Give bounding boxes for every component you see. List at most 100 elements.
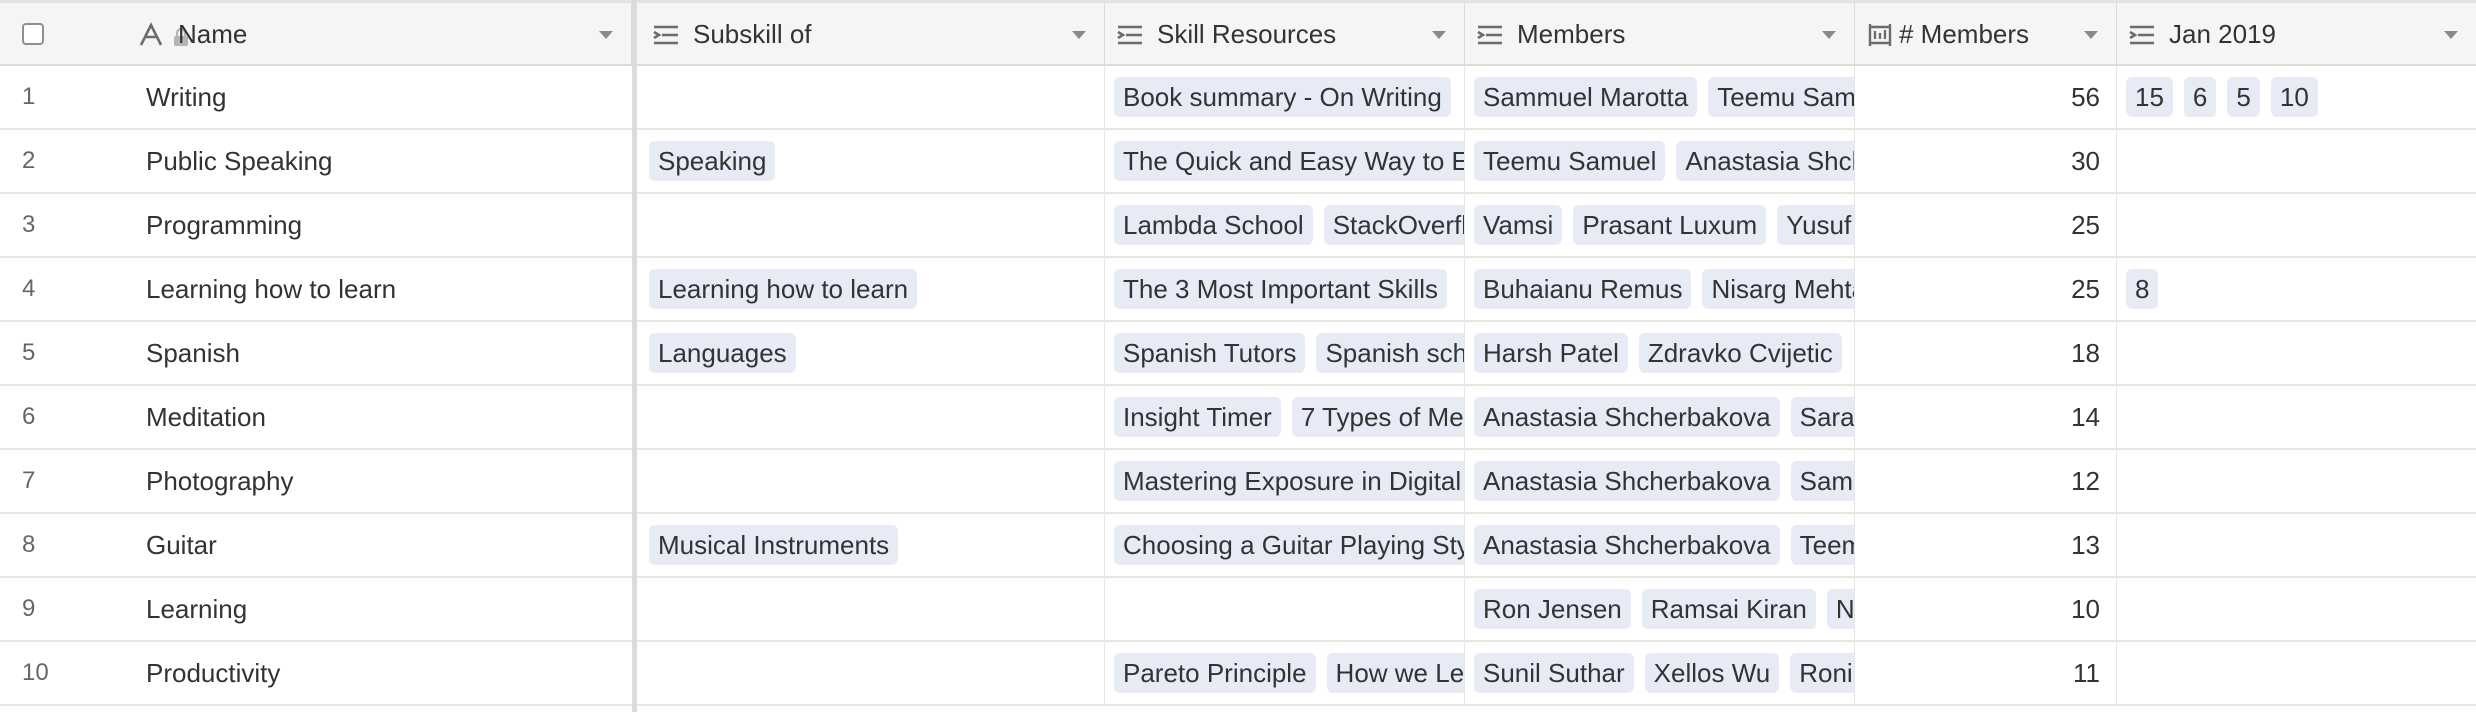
table-row[interactable]: 5 Spanish Languages Spanish Tutors Spanish s… — [0, 322, 2476, 386]
cell-subskill[interactable] — [637, 450, 1105, 512]
member-chip[interactable]: Anastasia Shcherbakova — [1474, 525, 1780, 565]
cell-name[interactable]: Meditation — [136, 386, 632, 448]
cell-members[interactable]: Anastasia ShcherbakovaSamuel — [1465, 450, 1855, 512]
member-chip[interactable]: Teemu Samuel — [1474, 141, 1666, 181]
cell-members[interactable]: Sunil Suthar Xellos Wu Roni — [1465, 642, 1855, 704]
chevron-down-icon[interactable] — [2084, 31, 2098, 39]
table-row[interactable]: 3 Programming Lambda SchoolStackOverflowVa… — [0, 194, 2476, 258]
member-chip[interactable]: Yusuf — [1777, 205, 1854, 245]
member-chip[interactable]: Sammuel Marotta — [1474, 77, 1698, 117]
cell-members[interactable]: Sammuel MarottaTeemu Samuel — [1465, 66, 1855, 128]
member-chip[interactable]: Teemu Samuel — [1708, 77, 1854, 117]
cell-jan-2019[interactable] — [2117, 130, 2476, 192]
member-chip[interactable]: Ron Jensen — [1474, 589, 1631, 629]
header-members[interactable]: Members — [1465, 3, 1855, 66]
member-chip[interactable]: Teemu Samuel — [1790, 525, 1854, 565]
cell-member-count[interactable]: 12 — [1855, 450, 2117, 512]
cell-name[interactable]: Learning — [136, 578, 632, 640]
cell-jan-2019[interactable]: 15 6 5 10 — [2117, 66, 2476, 128]
member-chip[interactable]: Harsh Patel — [1474, 333, 1628, 373]
cell-member-count[interactable]: 11 — [1855, 642, 2117, 704]
cell-members[interactable]: Teemu SamuelAnastasia Shcherbakova — [1465, 130, 1855, 192]
table-row[interactable]: 1 Writing Book summary - On Writing Sammuel… — [0, 66, 2476, 130]
cell-name[interactable]: Spanish — [136, 322, 632, 384]
jan-2019-chip[interactable]: 10 — [2270, 77, 2318, 117]
cell-name[interactable]: Productivity — [136, 642, 632, 704]
chevron-down-icon[interactable] — [599, 31, 613, 39]
cell-member-count[interactable]: 25 — [1855, 258, 2117, 320]
cell-resources[interactable]: Insight Timer7 Types of Meditation — [1105, 386, 1465, 448]
cell-subskill[interactable]: Musical Instruments — [637, 514, 1105, 576]
member-chip[interactable]: Sunil Suthar — [1474, 653, 1634, 693]
cell-member-count[interactable]: 25 — [1855, 194, 2117, 256]
resource-chip[interactable]: The Quick and Easy Way to Effective Spea… — [1114, 141, 1464, 181]
resource-chip[interactable]: StackOverflow — [1323, 205, 1464, 245]
cell-members[interactable]: Ron JensenRamsai KiranNa — [1465, 578, 1855, 640]
chevron-down-icon[interactable] — [1822, 31, 1836, 39]
table-row[interactable]: 10 Productivity Pareto PrincipleHow we Lea… — [0, 642, 2476, 706]
cell-members[interactable]: Vamsi Prasant Luxum Yusuf — [1465, 194, 1855, 256]
cell-name[interactable]: Photography — [136, 450, 632, 512]
cell-member-count[interactable]: 18 — [1855, 322, 2117, 384]
cell-name[interactable]: Programming — [136, 194, 632, 256]
member-chip[interactable]: Anastasia Shcherbakova — [1474, 461, 1780, 501]
cell-jan-2019[interactable] — [2117, 578, 2476, 640]
member-chip[interactable]: Zdravko Cvijetic — [1638, 333, 1842, 373]
subskill-chip[interactable]: Languages — [649, 333, 796, 373]
chevron-down-icon[interactable] — [2444, 31, 2458, 39]
cell-jan-2019[interactable] — [2117, 450, 2476, 512]
resource-chip[interactable]: 7 Types of Meditation — [1291, 397, 1464, 437]
cell-jan-2019[interactable]: 8 — [2117, 258, 2476, 320]
resource-chip[interactable]: Insight Timer — [1114, 397, 1281, 437]
member-chip[interactable]: Sarah — [1790, 397, 1854, 437]
member-chip[interactable]: Roni — [1790, 653, 1854, 693]
resource-chip[interactable]: Spanish Tutors — [1114, 333, 1306, 373]
header-jan-2019[interactable]: Jan 2019 — [2117, 3, 2476, 66]
cell-jan-2019[interactable] — [2117, 642, 2476, 704]
header-member-count[interactable]: # Members — [1855, 3, 2117, 66]
member-chip[interactable]: Nisarg Mehta — [1702, 269, 1854, 309]
chevron-down-icon[interactable] — [1432, 31, 1446, 39]
resource-chip[interactable]: Pareto Principle — [1114, 653, 1316, 693]
select-all-checkbox[interactable] — [22, 23, 44, 45]
cell-resources[interactable]: Lambda SchoolStackOverflow — [1105, 194, 1465, 256]
cell-resources[interactable]: Spanish TutorsSpanish school — [1105, 322, 1465, 384]
member-chip[interactable]: Prasant Luxum — [1573, 205, 1767, 245]
resource-chip[interactable]: The 3 Most Important Skills — [1114, 269, 1447, 309]
member-chip[interactable]: Anastasia Shcherbakova — [1676, 141, 1854, 181]
table-row[interactable]: 9 Learning Ron JensenRamsai KiranNa 10 — [0, 578, 2476, 642]
cell-resources[interactable]: The Quick and Easy Way to Effective Spea… — [1105, 130, 1465, 192]
cell-name[interactable]: Learning how to learn — [136, 258, 632, 320]
member-chip[interactable]: Vamsi — [1474, 205, 1563, 245]
cell-member-count[interactable]: 14 — [1855, 386, 2117, 448]
cell-jan-2019[interactable] — [2117, 322, 2476, 384]
subskill-chip[interactable]: Speaking — [649, 141, 776, 181]
resource-chip[interactable]: Book summary - On Writing — [1114, 77, 1451, 117]
jan-2019-chip[interactable]: 15 — [2126, 77, 2173, 117]
cell-members[interactable]: Anastasia ShcherbakovaTeemu Samuel — [1465, 514, 1855, 576]
cell-members[interactable]: Harsh Patel Zdravko Cvijetic — [1465, 322, 1855, 384]
cell-members[interactable]: Buhaianu Remus Nisarg Mehta — [1465, 258, 1855, 320]
cell-name[interactable]: Public Speaking — [136, 130, 632, 192]
header-subskill[interactable]: Subskill of — [637, 3, 1105, 66]
member-chip[interactable]: Anastasia Shcherbakova — [1474, 397, 1780, 437]
cell-name[interactable]: Guitar — [136, 514, 632, 576]
table-row[interactable]: 2 Public Speaking Speaking The Quick and Ea… — [0, 130, 2476, 194]
resource-chip[interactable]: Spanish school — [1316, 333, 1464, 373]
table-row[interactable]: 8 Guitar Musical Instruments Choosing a Gui… — [0, 514, 2476, 578]
member-chip[interactable]: Ramsai Kiran — [1641, 589, 1816, 629]
jan-2019-chip[interactable]: 6 — [2183, 77, 2217, 117]
cell-member-count[interactable]: 56 — [1855, 66, 2117, 128]
subskill-chip[interactable]: Musical Instruments — [649, 525, 899, 565]
cell-subskill[interactable]: Speaking — [637, 130, 1105, 192]
table-row[interactable]: 4 Learning how to learn Learning how to le… — [0, 258, 2476, 322]
cell-member-count[interactable]: 10 — [1855, 578, 2117, 640]
resource-chip[interactable]: Mastering Exposure in Digital Photograph… — [1114, 461, 1464, 501]
cell-subskill[interactable] — [637, 578, 1105, 640]
cell-members[interactable]: Anastasia ShcherbakovaSarah — [1465, 386, 1855, 448]
cell-subskill[interactable] — [637, 642, 1105, 704]
cell-jan-2019[interactable] — [2117, 386, 2476, 448]
resource-chip[interactable]: Choosing a Guitar Playing Style — [1114, 525, 1464, 565]
cell-subskill[interactable]: Learning how to learn — [637, 258, 1105, 320]
cell-resources[interactable]: Choosing a Guitar Playing Style — [1105, 514, 1465, 576]
